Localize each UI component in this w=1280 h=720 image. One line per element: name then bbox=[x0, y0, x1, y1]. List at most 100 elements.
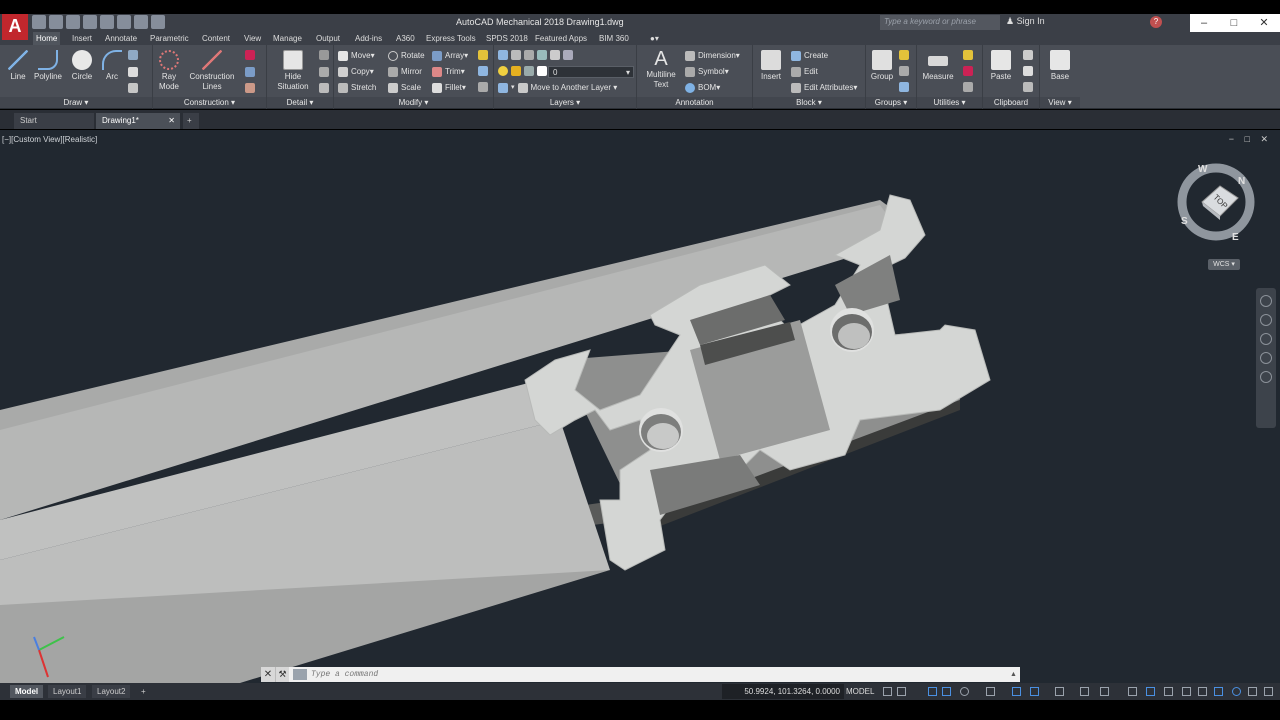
clean-screen-icon[interactable] bbox=[1248, 687, 1257, 696]
hide-situation-button[interactable]: Hide Situation bbox=[275, 50, 311, 92]
detail-1-icon[interactable] bbox=[319, 50, 332, 60]
tab-featured-apps[interactable]: Featured Apps bbox=[535, 32, 587, 45]
construction-x-icon[interactable] bbox=[245, 50, 258, 60]
match-properties-icon[interactable] bbox=[1023, 82, 1036, 92]
edit-attributes-button[interactable]: Edit Attributes ▾ bbox=[791, 82, 857, 94]
draw-panel-title[interactable]: Draw ▾ bbox=[0, 97, 152, 108]
layout1-tab[interactable]: Layout1 bbox=[48, 685, 87, 698]
compass-west[interactable]: W bbox=[1198, 164, 1208, 175]
sign-in-link[interactable]: ♟ Sign In bbox=[1006, 16, 1045, 27]
utility-3-icon[interactable] bbox=[963, 82, 976, 92]
snap-icon[interactable] bbox=[897, 687, 906, 696]
group-edit-icon[interactable] bbox=[899, 66, 912, 76]
layers-panel-title[interactable]: Layers ▾ bbox=[494, 97, 636, 108]
tab-options-icon[interactable]: ●▾ bbox=[650, 32, 659, 45]
scale-button[interactable]: Scale bbox=[388, 82, 421, 94]
construction-grid-icon[interactable] bbox=[245, 67, 258, 77]
viewport-controls-label[interactable]: [−][Custom View][Realistic] bbox=[2, 135, 97, 144]
layer-sun-icon[interactable] bbox=[511, 66, 521, 76]
tab-a360[interactable]: A360 bbox=[396, 32, 415, 45]
redo-icon[interactable] bbox=[134, 15, 148, 29]
construction-gear-icon[interactable] bbox=[245, 83, 258, 93]
command-history-icon[interactable]: ▲ bbox=[1010, 671, 1020, 678]
isodraft-icon[interactable] bbox=[960, 687, 969, 696]
tab-output[interactable]: Output bbox=[316, 32, 340, 45]
transparency-icon[interactable] bbox=[1055, 687, 1064, 696]
polar-icon[interactable] bbox=[942, 687, 951, 696]
construction-lines-button[interactable]: Construction Lines bbox=[187, 50, 237, 92]
circle-button[interactable]: Circle bbox=[69, 50, 95, 82]
units-icon[interactable] bbox=[1164, 687, 1173, 696]
view-panel-title[interactable]: View ▾ bbox=[1040, 97, 1080, 108]
detail-3-icon[interactable] bbox=[319, 83, 332, 93]
new-icon[interactable] bbox=[32, 15, 46, 29]
application-menu-button[interactable]: A bbox=[2, 14, 28, 40]
dimension-button[interactable]: Dimension ▾ bbox=[685, 50, 740, 62]
draw-more-1-icon[interactable] bbox=[128, 50, 141, 60]
compass-south[interactable]: S bbox=[1181, 216, 1188, 227]
modify-extra-3-icon[interactable] bbox=[478, 82, 491, 92]
layer-freeze-icon[interactable] bbox=[537, 50, 547, 60]
print-icon[interactable] bbox=[100, 15, 114, 29]
modify-extra-2-icon[interactable] bbox=[478, 66, 491, 76]
layer-bulb-icon[interactable] bbox=[498, 66, 508, 76]
bom-button[interactable]: BOM ▾ bbox=[685, 82, 720, 94]
move-to-layer-icon[interactable] bbox=[517, 83, 528, 93]
polyline-button[interactable]: Polyline bbox=[33, 50, 63, 82]
lock-ui-icon[interactable] bbox=[1198, 687, 1207, 696]
construction-panel-title[interactable]: Construction ▾ bbox=[153, 97, 266, 108]
copy-button[interactable]: Copy ▾ bbox=[338, 66, 374, 78]
detail-panel-title[interactable]: Detail ▾ bbox=[267, 97, 333, 108]
tab-content[interactable]: Content bbox=[202, 32, 230, 45]
command-input[interactable] bbox=[311, 670, 1010, 679]
isolate-objects-icon[interactable] bbox=[1214, 687, 1223, 696]
multiline-text-button[interactable]: A Multiline Text bbox=[641, 48, 681, 90]
utility-2-icon[interactable] bbox=[963, 66, 976, 76]
save-icon[interactable] bbox=[66, 15, 80, 29]
close-icon[interactable]: ✕ bbox=[1250, 14, 1278, 32]
base-view-button[interactable]: Base bbox=[1048, 50, 1072, 82]
tab-home[interactable]: Home bbox=[33, 32, 61, 45]
tab-bim-360[interactable]: BIM 360 bbox=[599, 32, 629, 45]
hardware-acceleration-icon[interactable] bbox=[1232, 687, 1241, 696]
fillet-button[interactable]: Fillet ▾ bbox=[432, 82, 466, 94]
trim-button[interactable]: Trim ▾ bbox=[432, 66, 465, 78]
symbol-button[interactable]: Symbol ▾ bbox=[685, 66, 729, 78]
group-select-icon[interactable] bbox=[899, 82, 912, 92]
drawing-viewport[interactable]: [−][Custom View][Realistic] − □ ✕ TOP N … bbox=[0, 130, 1280, 683]
wcs-menu[interactable]: WCS ▾ bbox=[1208, 259, 1240, 270]
mirror-button[interactable]: Mirror bbox=[388, 66, 422, 78]
workspace-gear-icon[interactable] bbox=[1128, 687, 1137, 696]
layer-off-icon[interactable] bbox=[511, 50, 521, 60]
layer-isolate-icon[interactable] bbox=[524, 50, 534, 60]
add-layout-button[interactable]: + bbox=[136, 685, 151, 698]
annotation-monitor-icon[interactable] bbox=[1146, 687, 1155, 696]
ungroup-icon[interactable] bbox=[899, 50, 912, 60]
modify-panel-title[interactable]: Modify ▾ bbox=[334, 97, 493, 108]
move-button[interactable]: Move ▾ bbox=[338, 50, 375, 62]
help-search-input[interactable]: Type a keyword or phrase bbox=[880, 15, 1000, 30]
modify-extra-1-icon[interactable] bbox=[478, 50, 491, 60]
layer-walk-icon[interactable] bbox=[498, 83, 508, 93]
layer-unlock-icon[interactable] bbox=[524, 66, 534, 76]
tab-insert[interactable]: Insert bbox=[72, 32, 92, 45]
quick-properties-icon[interactable] bbox=[1182, 687, 1191, 696]
utility-1-icon[interactable] bbox=[963, 50, 976, 60]
layer-match-icon[interactable] bbox=[563, 50, 573, 60]
draw-more-3-icon[interactable] bbox=[128, 83, 141, 93]
group-button[interactable]: Group bbox=[870, 50, 894, 82]
showmotion-icon[interactable] bbox=[1260, 371, 1272, 383]
compass-north[interactable]: N bbox=[1238, 176, 1245, 187]
tab-annotate[interactable]: Annotate bbox=[105, 32, 137, 45]
measure-button[interactable]: Measure bbox=[921, 50, 955, 82]
layer-properties-icon[interactable] bbox=[498, 50, 508, 60]
pan-icon[interactable] bbox=[1260, 314, 1272, 326]
lineweight-icon[interactable] bbox=[1030, 687, 1039, 696]
move-to-layer-button[interactable]: Move to Another Layer bbox=[531, 82, 612, 94]
viewcube[interactable]: TOP N E S W bbox=[1176, 158, 1256, 248]
orbit-icon[interactable] bbox=[1260, 352, 1272, 364]
zoom-icon[interactable] bbox=[1260, 333, 1272, 345]
paste-button[interactable]: Paste bbox=[989, 50, 1013, 82]
tab-parametric[interactable]: Parametric bbox=[150, 32, 189, 45]
extrusion-3d-model[interactable] bbox=[0, 130, 1280, 683]
